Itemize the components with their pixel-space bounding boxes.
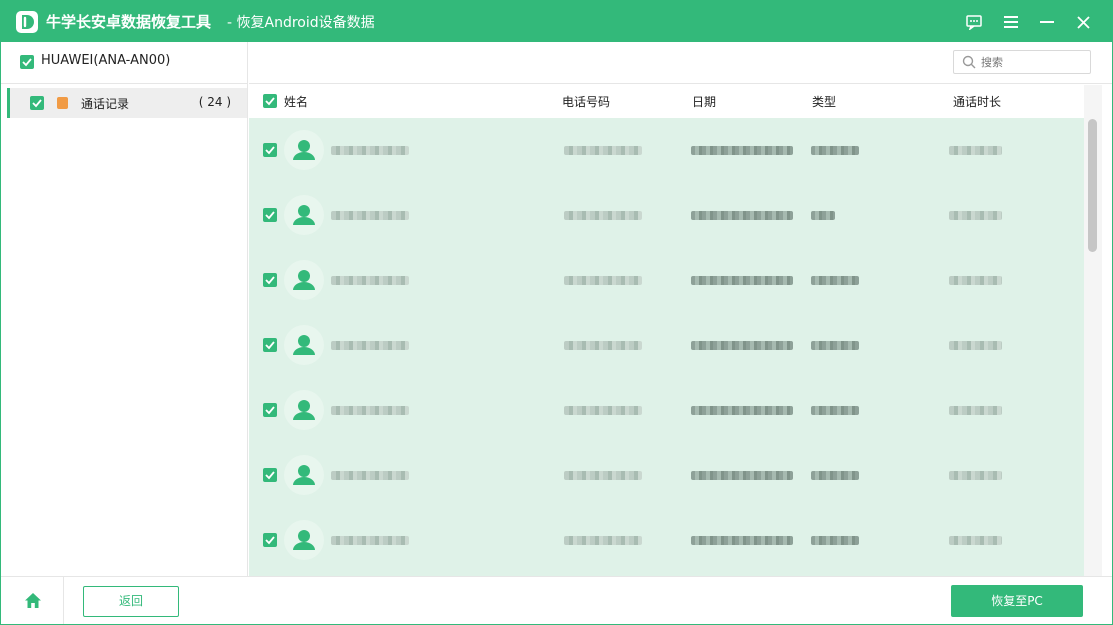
column-header-phone[interactable]: 电话号码 [562,93,610,110]
home-button[interactable] [1,577,64,624]
back-button[interactable]: 返回 [83,586,179,617]
date-value-redacted [691,276,793,285]
phone-value-redacted [564,146,642,155]
row-checkbox[interactable] [263,273,277,287]
phone-value-redacted [564,211,642,220]
type-value-redacted [811,536,859,545]
row-checkbox[interactable] [263,338,277,352]
duration-value-redacted [949,536,1002,545]
phone-value-redacted [564,406,642,415]
close-icon[interactable] [1068,8,1098,36]
search-box[interactable] [953,50,1091,74]
table-scrollbar[interactable] [1084,85,1102,576]
table-row[interactable] [249,378,1084,443]
table-row[interactable] [249,313,1084,378]
app-title: 牛学长安卓数据恢复工具 [46,13,212,31]
row-checkbox[interactable] [263,533,277,547]
name-value-redacted [331,341,409,350]
contact-avatar-icon [284,130,324,170]
row-checkbox[interactable] [263,403,277,417]
select-all-checkbox[interactable] [263,94,277,108]
phone-value-redacted [564,276,642,285]
name-value-redacted [331,276,409,285]
search-bar [249,42,1112,84]
column-header-date[interactable]: 日期 [692,93,716,110]
category-label: 通话记录 [81,97,130,111]
contact-avatar-icon [284,260,324,300]
type-value-redacted [811,406,859,415]
feedback-icon[interactable] [959,8,989,36]
type-value-redacted [811,471,859,480]
contact-avatar-icon [284,390,324,430]
contact-avatar-icon [284,455,324,495]
recover-to-pc-button[interactable]: 恢复至PC [951,585,1083,617]
device-header: HUAWEI(ANA-AN00) [1,42,248,84]
date-value-redacted [691,536,793,545]
column-header-duration[interactable]: 通话时长 [953,93,1001,110]
row-checkbox[interactable] [263,208,277,222]
column-header-name[interactable]: 姓名 [284,93,308,110]
search-input[interactable] [981,54,1085,70]
search-icon [962,55,976,69]
name-value-redacted [331,471,409,480]
table-row[interactable] [249,248,1084,313]
duration-value-redacted [949,471,1002,480]
type-value-redacted [811,211,835,220]
duration-value-redacted [949,341,1002,350]
date-value-redacted [691,211,793,220]
category-count: ( 24 ) [198,95,231,109]
phone-value-redacted [564,341,642,350]
category-list: 通话记录 ( 24 ) [1,84,248,576]
category-checkbox[interactable] [30,96,44,110]
duration-value-redacted [949,146,1002,155]
table-header: 姓名 电话号码 日期 类型 通话时长 [249,85,1084,118]
title-bar[interactable]: 牛学长安卓数据恢复工具 - 恢复Android设备数据 [1,1,1112,42]
type-value-redacted [811,341,859,350]
duration-value-redacted [949,276,1002,285]
date-value-redacted [691,341,793,350]
row-checkbox[interactable] [263,468,277,482]
device-name: HUAWEI(ANA-AN00) [41,53,171,68]
contact-avatar-icon [284,520,324,560]
name-value-redacted [331,211,409,220]
table-row[interactable] [249,118,1084,183]
device-checkbox[interactable] [20,55,34,69]
call-log-icon [57,97,68,109]
type-value-redacted [811,146,859,155]
duration-value-redacted [949,211,1002,220]
table-row[interactable] [249,443,1084,508]
home-icon [25,593,41,608]
table-row[interactable] [249,508,1084,573]
phone-value-redacted [564,471,642,480]
contact-avatar-icon [284,195,324,235]
minimize-icon[interactable] [1032,8,1062,36]
column-header-type[interactable]: 类型 [812,93,836,110]
date-value-redacted [691,471,793,480]
menu-icon[interactable] [996,8,1026,36]
scrollbar-thumb[interactable] [1088,119,1097,252]
name-value-redacted [331,536,409,545]
app-window: 牛学长安卓数据恢复工具 - 恢复Android设备数据 HUAWEI(ANA-A… [0,0,1113,625]
category-item-call-log[interactable]: 通话记录 ( 24 ) [7,88,247,118]
date-value-redacted [691,146,793,155]
call-log-table [249,118,1084,576]
duration-value-redacted [949,406,1002,415]
phone-value-redacted [564,536,642,545]
name-value-redacted [331,406,409,415]
footer-bar: 返回 恢复至PC [1,576,1112,624]
date-value-redacted [691,406,793,415]
type-value-redacted [811,276,859,285]
row-checkbox[interactable] [263,143,277,157]
app-logo-icon [16,11,38,33]
app-subtitle: - 恢复Android设备数据 [227,15,375,31]
contact-avatar-icon [284,325,324,365]
name-value-redacted [331,146,409,155]
table-row[interactable] [249,183,1084,248]
